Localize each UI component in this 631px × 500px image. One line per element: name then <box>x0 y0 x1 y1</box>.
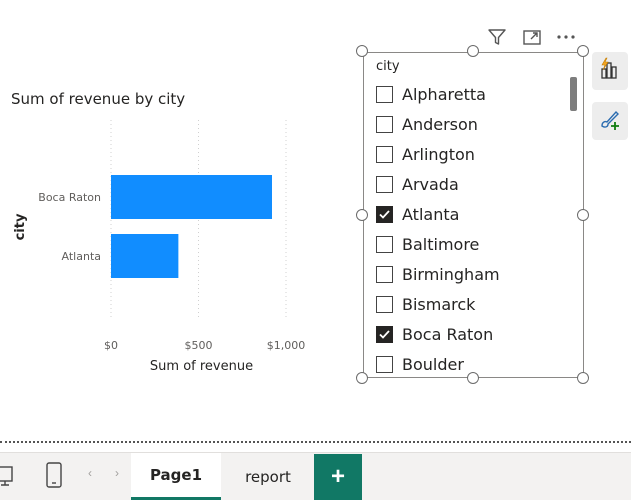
slicer-item-label: Bismarck <box>402 295 476 315</box>
slicer-item[interactable]: Anderson <box>376 109 566 139</box>
slicer-item[interactable]: Alpharetta <box>376 79 566 109</box>
add-page-button[interactable]: + <box>314 454 362 500</box>
y-category-label: Atlanta <box>62 250 101 263</box>
slicer-item-label: Anderson <box>402 114 478 134</box>
slicer-item[interactable]: Arvada <box>376 169 566 199</box>
desktop-layout-icon[interactable] <box>0 461 16 489</box>
slicer-scrollbar[interactable] <box>570 77 577 111</box>
slicer-item-label: Atlanta <box>402 204 460 224</box>
slicer-item-label: Boulder <box>402 355 464 375</box>
format-visual-icon <box>598 107 622 136</box>
resize-handle-bottom[interactable] <box>467 372 479 384</box>
checkbox[interactable] <box>376 356 393 374</box>
x-tick-label: $500 <box>185 339 213 352</box>
x-tick-label: $1,000 <box>267 339 306 352</box>
checkbox[interactable] <box>376 175 393 193</box>
chevron-right-icon[interactable]: › <box>115 466 119 480</box>
format-visual-button[interactable] <box>592 102 628 140</box>
y-category-label: Boca Raton <box>38 191 101 204</box>
resize-handle-right[interactable] <box>577 209 589 221</box>
more-options-icon[interactable] <box>555 26 577 48</box>
slicer-item[interactable]: Baltimore <box>376 229 566 259</box>
checkbox[interactable] <box>376 145 393 163</box>
build-visual-button[interactable] <box>592 52 628 90</box>
checkbox[interactable] <box>376 85 393 103</box>
slicer-item[interactable]: Bismarck <box>376 290 566 320</box>
resize-handle-top[interactable] <box>467 45 479 57</box>
bar <box>111 175 272 219</box>
checkbox-checked[interactable] <box>376 326 393 344</box>
x-axis-title: Sum of revenue <box>150 359 253 374</box>
x-tick-label: $0 <box>104 339 118 352</box>
visual-header <box>486 26 586 50</box>
slicer-item-label: Baltimore <box>402 235 480 255</box>
check-icon <box>379 330 390 340</box>
filter-icon[interactable] <box>486 26 508 48</box>
slicer-item-label: Boca Raton <box>402 325 494 345</box>
focus-mode-icon[interactable] <box>521 26 543 48</box>
slicer-item[interactable]: Boca Raton <box>376 320 566 350</box>
mobile-layout-icon[interactable] <box>45 461 63 489</box>
slicer-item-label: Arlington <box>402 144 475 164</box>
page-tab-bar: ‹ › Page1 report + <box>0 452 631 500</box>
bar-chart-visual[interactable]: Sum of revenue by city $0 $500 $1,000 Boca … <box>0 0 340 400</box>
city-slicer[interactable]: city Alpharetta Anderson Arlington Arvada At… <box>363 52 584 378</box>
slicer-item[interactable]: Atlanta <box>376 199 566 229</box>
page-boundary <box>0 441 631 443</box>
check-icon <box>379 210 390 219</box>
slicer-item-label: Alpharetta <box>402 84 486 104</box>
checkbox-checked[interactable] <box>376 205 393 223</box>
slicer-title: city <box>376 59 400 74</box>
resize-handle-top-left[interactable] <box>356 45 368 57</box>
chevron-left-icon[interactable]: ‹ <box>88 466 92 480</box>
checkbox[interactable] <box>376 296 393 314</box>
slicer-item[interactable]: Arlington <box>376 139 566 169</box>
page-tab[interactable]: report <box>222 453 314 500</box>
slicer-list: Alpharetta Anderson Arlington Arvada Atlanta… <box>376 79 566 380</box>
slicer-item-label: Arvada <box>402 174 459 194</box>
y-axis-title: city <box>13 213 28 240</box>
build-visual-icon <box>598 57 622 86</box>
resize-handle-bottom-left[interactable] <box>356 372 368 384</box>
resize-handle-top-right[interactable] <box>577 45 589 57</box>
slicer-item[interactable]: Birmingham <box>376 260 566 290</box>
checkbox[interactable] <box>376 266 393 284</box>
page-tab[interactable]: Page1 <box>131 453 221 500</box>
resize-handle-bottom-right[interactable] <box>577 372 589 384</box>
checkbox[interactable] <box>376 236 393 254</box>
checkbox[interactable] <box>376 115 393 133</box>
bar <box>111 234 179 278</box>
chart-canvas: $0 $500 $1,000 Boca Raton Atlanta Sum of reve… <box>13 120 306 374</box>
resize-handle-left[interactable] <box>356 209 368 221</box>
slicer-item-label: Birmingham <box>402 265 500 285</box>
